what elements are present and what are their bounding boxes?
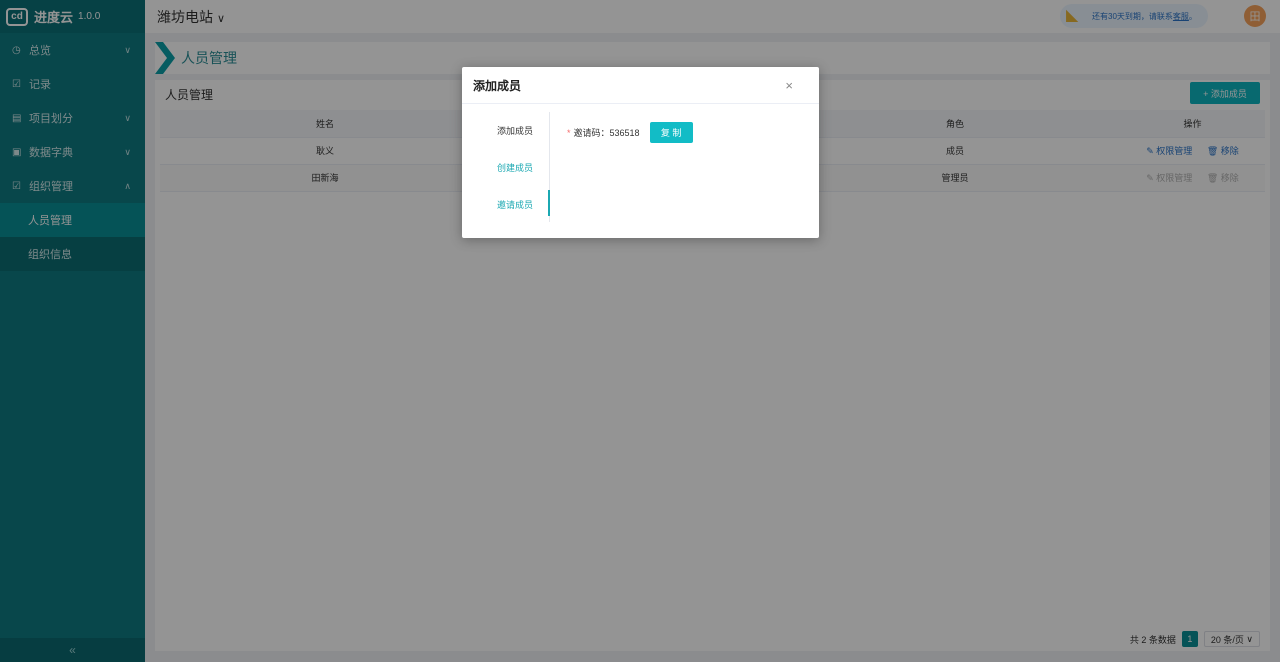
invite-code-value: 536518 [609, 127, 640, 138]
tab-invite-member[interactable]: 邀请成员 [462, 186, 550, 223]
invite-code-row: * 邀请码： 536518 复 制 [567, 122, 693, 143]
copy-button[interactable]: 复 制 [649, 122, 693, 143]
tab-create-member[interactable]: 创建成员 [462, 149, 549, 186]
dialog-title: 添加成员 [473, 78, 522, 93]
tab-add-member[interactable]: 添加成员 [462, 112, 549, 149]
close-icon[interactable]: × [785, 78, 793, 93]
add-member-dialog: 添加成员 × 添加成员 创建成员 邀请成员 * 邀请码： 536518 复 制 [462, 67, 819, 238]
dialog-header: 添加成员 [462, 67, 819, 104]
dialog-tabs: 添加成员 创建成员 邀请成员 [462, 112, 550, 222]
required-asterisk: * [567, 127, 571, 138]
invite-code-label: 邀请码： [573, 128, 610, 138]
